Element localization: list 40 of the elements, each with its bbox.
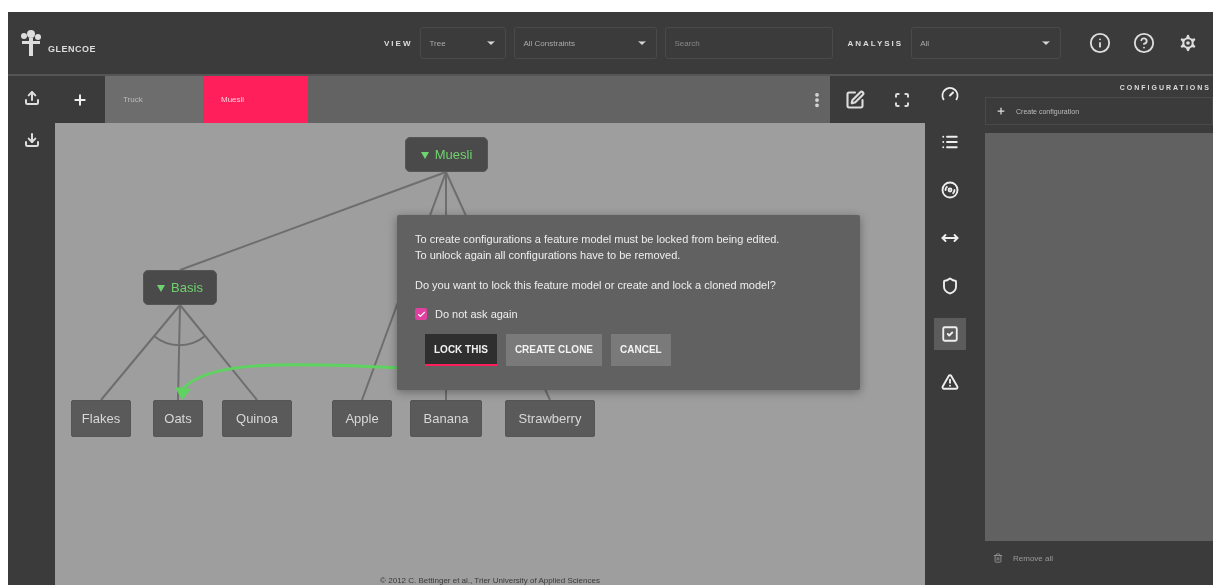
dialog-button[interactable]: CREATE CLONE bbox=[505, 334, 603, 366]
logo-text: GLENCOE bbox=[48, 44, 96, 54]
feature-node[interactable]: Oats bbox=[153, 400, 203, 437]
feature-node[interactable]: Apple bbox=[332, 400, 392, 437]
model-tab[interactable]: Truck bbox=[105, 76, 203, 123]
model-tab[interactable]: Muesli bbox=[203, 76, 308, 123]
feature-node[interactable]: Strawberry bbox=[505, 400, 595, 437]
triangle-icon bbox=[420, 150, 429, 159]
dialog-button[interactable]: LOCK THIS bbox=[425, 334, 497, 366]
triangle-icon bbox=[157, 283, 166, 292]
help-icon[interactable] bbox=[1133, 32, 1156, 54]
upload-icon[interactable] bbox=[23, 90, 40, 106]
info-icon[interactable] bbox=[1089, 32, 1112, 54]
feature-node[interactable]: Quinoa bbox=[222, 400, 292, 437]
analysis-label: ANALYSIS bbox=[847, 38, 904, 48]
analysis-select[interactable]: All bbox=[911, 27, 1062, 59]
checkbox[interactable] bbox=[415, 308, 427, 320]
view-select[interactable]: Tree bbox=[420, 27, 507, 59]
feature-node[interactable]: Muesli bbox=[405, 137, 488, 172]
trash-icon bbox=[993, 553, 1003, 563]
plus-icon bbox=[996, 106, 1006, 116]
dialog-button[interactable]: CANCEL bbox=[611, 334, 671, 366]
feature-node[interactable]: Banana bbox=[410, 400, 482, 437]
dialog-text: To unlock again all configurations have to be removed. bbox=[415, 248, 682, 263]
plus-icon bbox=[72, 91, 88, 108]
constraints-select[interactable]: All Constraints bbox=[514, 27, 658, 59]
download-icon[interactable] bbox=[23, 132, 40, 148]
remove-all-button[interactable]: Remove all bbox=[985, 553, 1213, 563]
dialog-question: Do you want to lock this feature model or create and lock a cloned model? bbox=[415, 279, 777, 291]
checkbox-icon[interactable] bbox=[934, 318, 966, 350]
feature-node[interactable]: Flakes bbox=[71, 400, 131, 437]
group-arc bbox=[153, 335, 206, 347]
dialog-text: To create configurations a feature model must be locked from being edited. bbox=[415, 232, 781, 247]
fullscreen-icon[interactable] bbox=[894, 91, 911, 108]
view-label: VIEW bbox=[384, 38, 413, 48]
feature-node[interactable]: Basis bbox=[143, 270, 217, 305]
copyright-text: © 2012 C. Bettinger et al., Trier University of Applied Sciences bbox=[380, 576, 600, 585]
search-field[interactable]: Search bbox=[665, 27, 834, 59]
checkbox-label: Do not ask again bbox=[435, 308, 518, 320]
edit-icon[interactable] bbox=[844, 89, 865, 110]
